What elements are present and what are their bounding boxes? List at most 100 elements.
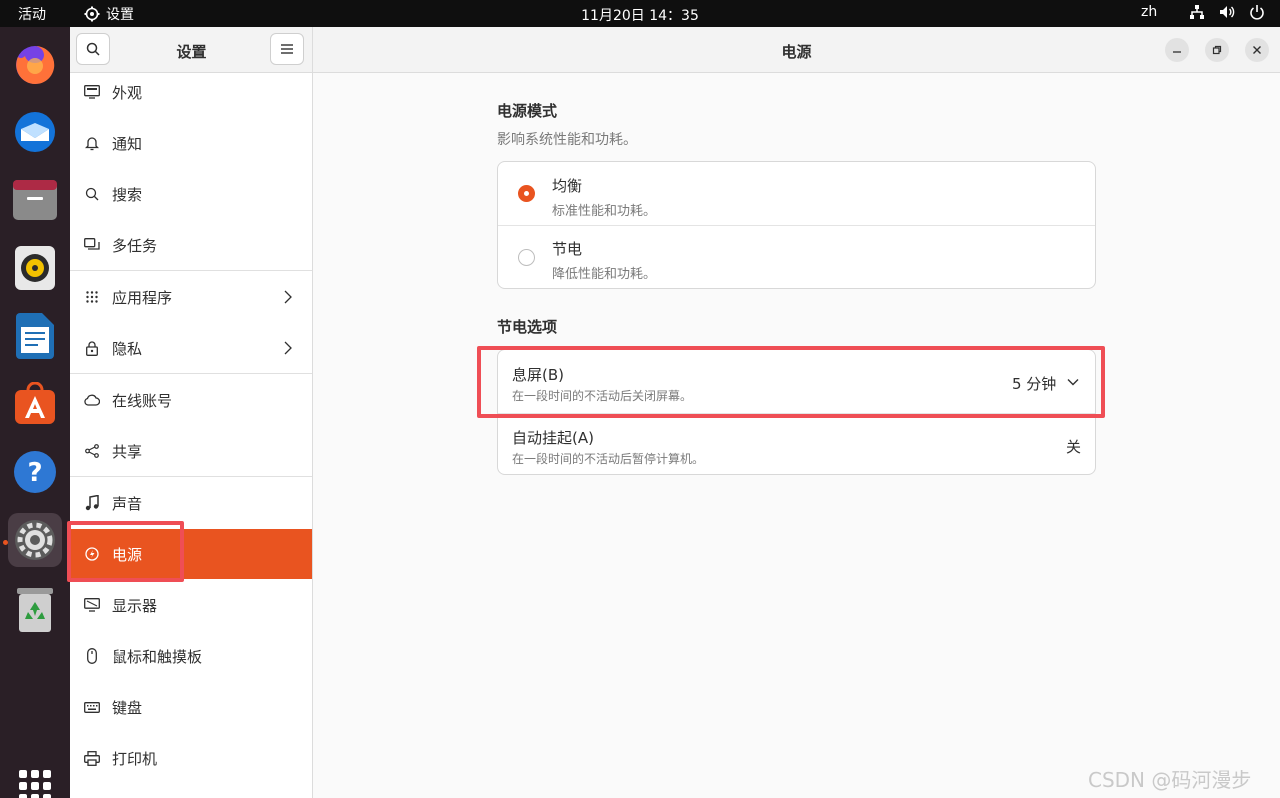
sidebar-divider bbox=[70, 373, 312, 374]
option-description: 标准性能和功耗。 bbox=[552, 204, 657, 219]
panel-header: 电源 bbox=[313, 27, 1280, 73]
sidebar-item-label: 键盘 bbox=[112, 698, 143, 717]
sidebar-item-label: 共享 bbox=[112, 442, 143, 461]
auto-suspend-description: 在一段时间的不活动后暂停计算机。 bbox=[512, 452, 705, 466]
sidebar-item-power[interactable]: 电源 bbox=[70, 529, 312, 579]
multitasking-icon bbox=[84, 237, 100, 253]
keyboard-icon bbox=[84, 699, 100, 715]
printer-icon bbox=[84, 750, 100, 766]
minimize-icon bbox=[1173, 51, 1181, 53]
bell-icon bbox=[84, 135, 100, 151]
trash-icon[interactable] bbox=[8, 583, 62, 637]
auto-suspend-label: 自动挂起(A) bbox=[512, 429, 594, 447]
sidebar-item-displays[interactable]: 显示器 bbox=[70, 580, 312, 630]
system-tray[interactable] bbox=[1188, 3, 1266, 21]
search-icon bbox=[84, 186, 100, 202]
minimize-button[interactable] bbox=[1165, 38, 1189, 62]
sidebar-item-search[interactable]: 搜索 bbox=[70, 169, 312, 219]
sidebar-item-sound[interactable]: 声音 bbox=[70, 478, 312, 528]
power-mode-subtitle: 影响系统性能和功耗。 bbox=[497, 132, 637, 148]
radio-balanced[interactable] bbox=[518, 185, 535, 202]
sidebar-item-keyboard[interactable]: 键盘 bbox=[70, 682, 312, 732]
files-icon[interactable] bbox=[8, 173, 62, 227]
auto-suspend-value[interactable]: 关 bbox=[1066, 436, 1081, 457]
thunderbird-icon[interactable] bbox=[8, 105, 62, 159]
search-icon bbox=[86, 42, 100, 56]
display-icon bbox=[84, 597, 100, 613]
screen-blank-value[interactable]: 5 分钟 bbox=[1012, 373, 1056, 394]
close-button[interactable] bbox=[1245, 38, 1269, 62]
settings-icon[interactable] bbox=[8, 513, 62, 567]
power-mode-balanced[interactable]: 均衡 标准性能和功耗。 bbox=[498, 162, 1095, 225]
sidebar-item-label: 搜索 bbox=[112, 185, 143, 204]
sidebar-divider bbox=[70, 270, 312, 271]
option-label: 节电 bbox=[552, 240, 583, 258]
chevron-right-icon bbox=[284, 289, 296, 305]
help-icon[interactable]: ? bbox=[8, 445, 62, 499]
sidebar-item-label: 多任务 bbox=[112, 236, 158, 255]
sidebar-item-applications[interactable]: 应用程序 bbox=[70, 272, 312, 322]
sidebar-item-printers[interactable]: 打印机 bbox=[70, 733, 312, 783]
apps-grid-icon bbox=[84, 289, 100, 305]
firefox-icon[interactable] bbox=[8, 37, 62, 91]
sidebar-item-label: 打印机 bbox=[112, 749, 158, 768]
radio-power-saver[interactable] bbox=[518, 249, 535, 266]
sidebar-item-sharing[interactable]: 共享 bbox=[70, 426, 312, 476]
sidebar-item-label: 应用程序 bbox=[112, 288, 173, 307]
svg-text:?: ? bbox=[27, 458, 42, 488]
power-mode-card: 均衡 标准性能和功耗。 节电 降低性能和功耗。 bbox=[497, 161, 1096, 289]
app-menu-label: 设置 bbox=[106, 7, 134, 23]
rhythmbox-icon[interactable] bbox=[8, 241, 62, 295]
auto-suspend-row[interactable]: 自动挂起(A) 在一段时间的不活动后暂停计算机。 关 bbox=[498, 414, 1095, 476]
screen-blank-description: 在一段时间的不活动后关闭屏幕。 bbox=[512, 389, 693, 403]
restore-icon bbox=[1212, 45, 1222, 55]
screen-blank-row[interactable]: 息屏(B) 在一段时间的不活动后关闭屏幕。 5 分钟 bbox=[498, 350, 1095, 413]
music-note-icon bbox=[84, 495, 100, 511]
settings-sidebar: 设置 外观 通知 搜索 多任务 应用程序 隐私 在线账号 共享 声音 电源 显示… bbox=[70, 27, 313, 798]
sidebar-item-multitasking[interactable]: 多任务 bbox=[70, 220, 312, 270]
menu-button[interactable] bbox=[270, 33, 304, 65]
language-indicator[interactable]: zh bbox=[1141, 4, 1157, 20]
sidebar-item-label: 外观 bbox=[112, 83, 143, 102]
screen-blank-label: 息屏(B) bbox=[512, 366, 564, 384]
sidebar-item-label: 通知 bbox=[112, 134, 143, 153]
sidebar-item-mouse-touchpad[interactable]: 鼠标和触摸板 bbox=[70, 631, 312, 681]
app-center-icon[interactable] bbox=[8, 377, 62, 431]
power-mode-title: 电源模式 bbox=[497, 102, 558, 120]
libreoffice-writer-icon[interactable] bbox=[8, 309, 62, 363]
top-bar: 活动 设置 11月20日 14：35 zh bbox=[0, 0, 1280, 27]
volume-icon[interactable] bbox=[1218, 3, 1236, 21]
share-icon bbox=[84, 443, 100, 459]
clock[interactable]: 11月20日 14：35 bbox=[581, 8, 699, 24]
appearance-icon bbox=[84, 84, 100, 100]
sidebar-item-online-accounts[interactable]: 在线账号 bbox=[70, 375, 312, 425]
sidebar-item-notifications[interactable]: 通知 bbox=[70, 118, 312, 168]
sidebar-item-privacy[interactable]: 隐私 bbox=[70, 323, 312, 373]
show-apps-icon[interactable] bbox=[19, 770, 51, 798]
dock: ? bbox=[0, 27, 70, 798]
chevron-right-icon bbox=[284, 340, 296, 356]
sidebar-divider bbox=[70, 476, 312, 477]
sidebar-item-label: 声音 bbox=[112, 494, 143, 513]
sidebar-item-label: 显示器 bbox=[112, 596, 158, 615]
sidebar-item-appearance[interactable]: 外观 bbox=[70, 67, 312, 117]
power-icon[interactable] bbox=[1248, 3, 1266, 21]
sidebar-item-label: 电源 bbox=[112, 545, 143, 564]
page-title: 电源 bbox=[781, 43, 812, 61]
power-mode-power-saver[interactable]: 节电 降低性能和功耗。 bbox=[498, 226, 1095, 289]
power-saving-title: 节电选项 bbox=[497, 318, 558, 336]
search-button[interactable] bbox=[76, 33, 110, 65]
power-panel: 电源 电源模式 影响系统性能和功耗。 均衡 标准性能和功耗。 节电 降低性能和功… bbox=[313, 27, 1280, 798]
app-menu[interactable]: 设置 bbox=[84, 4, 134, 24]
power-saving-card: 息屏(B) 在一段时间的不活动后关闭屏幕。 5 分钟 自动挂起(A) 在一段时间… bbox=[497, 349, 1096, 475]
option-label: 均衡 bbox=[552, 177, 583, 195]
network-icon[interactable] bbox=[1188, 3, 1206, 21]
maximize-button[interactable] bbox=[1205, 38, 1229, 62]
chevron-down-icon[interactable] bbox=[1067, 378, 1079, 386]
mouse-icon bbox=[84, 648, 100, 664]
sidebar-item-label: 在线账号 bbox=[112, 391, 173, 410]
activities-button[interactable]: 活动 bbox=[18, 4, 46, 24]
gear-icon bbox=[84, 6, 100, 22]
sidebar-item-label: 隐私 bbox=[112, 339, 143, 358]
watermark: CSDN @码河漫步 bbox=[1088, 768, 1252, 792]
